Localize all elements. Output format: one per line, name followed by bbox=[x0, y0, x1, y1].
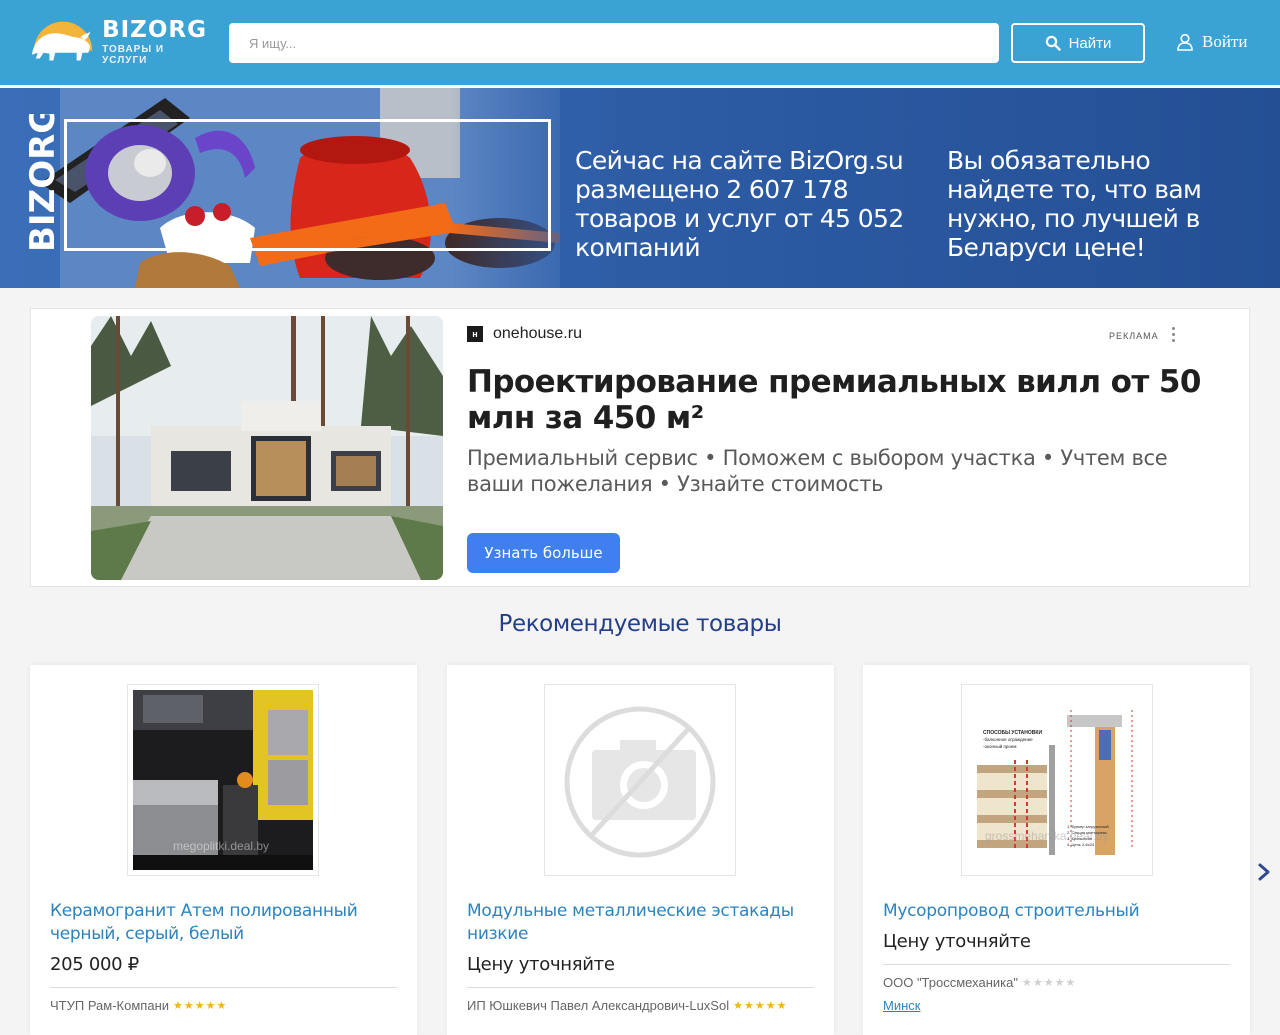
logo-text: BIZORG ТОВАРЫ И УСЛУГИ bbox=[102, 18, 210, 66]
kitchen-image: megoplitki.deal.by bbox=[133, 690, 313, 870]
section-title: Рекомендуемые товары bbox=[498, 611, 782, 637]
product-image[interactable] bbox=[544, 684, 736, 876]
ad-block[interactable]: н onehouse.ru РЕКЛАМА Проектирование пре… bbox=[30, 308, 1250, 587]
seller-info[interactable]: ООО "Троссмеханика" ★ ★ ★ ★ ★ bbox=[883, 975, 1075, 990]
product-title[interactable]: Керамогранит Атем полированный черный, с… bbox=[50, 900, 390, 946]
diagram-caption: СПОСОБЫ УСТАНОВКИ bbox=[983, 730, 1042, 736]
star-empty-icon: ★ bbox=[1032, 977, 1043, 989]
search-button[interactable]: Найти bbox=[1011, 23, 1145, 63]
product-title[interactable]: Модульные металлические эстакады низкие bbox=[467, 900, 807, 946]
product-watermark: megoplitki.deal.by bbox=[173, 839, 269, 853]
product-image[interactable]: megoplitki.deal.by bbox=[127, 684, 319, 876]
divider bbox=[50, 987, 397, 988]
product-card[interactable]: megoplitki.deal.by Керамогранит Атем пол… bbox=[30, 665, 417, 1035]
diagram-caption: -балконное ограждение bbox=[983, 737, 1033, 742]
star-empty-icon: ★ bbox=[1054, 977, 1065, 989]
star-empty-icon: ★ bbox=[1021, 977, 1032, 989]
product-watermark: grossmehanika.deal.by bbox=[985, 829, 1108, 843]
seller-name: ЧТУП Рам-Компани bbox=[50, 998, 170, 1013]
ad-villa-image[interactable] bbox=[91, 316, 443, 580]
no-photo-icon bbox=[550, 690, 730, 870]
divider bbox=[467, 987, 814, 988]
divider bbox=[883, 964, 1230, 965]
star-icon: ★ bbox=[173, 1000, 183, 1012]
seller-info[interactable]: ЧТУП Рам-Компани ★ ★ ★ ★ ★ bbox=[50, 998, 226, 1013]
ad-label: РЕКЛАМА bbox=[1109, 331, 1159, 341]
product-card[interactable]: СПОСОБЫ УСТАНОВКИ -балконное ограждение … bbox=[863, 665, 1250, 1035]
login-label: Войти bbox=[1202, 32, 1248, 51]
diagram-caption: -оконный проем bbox=[983, 743, 1017, 749]
ad-favicon-icon: н bbox=[467, 326, 483, 342]
star-icon: ★ bbox=[733, 1000, 743, 1012]
logo-title: BIZORG bbox=[102, 17, 207, 43]
rating-stars: ★ ★ ★ ★ ★ bbox=[733, 999, 786, 1012]
banner-stats-text: Сейчас на сайте BizOrg.su размещено 2 60… bbox=[575, 146, 904, 262]
promo-banner: BIZORG Сейчас на сайте BizOrg.su размеще… bbox=[0, 88, 1280, 288]
banner-vertical-logo: BIZORG bbox=[23, 114, 63, 252]
seller-name: ИП Юшкевич Павел Александрович-LuxSol bbox=[467, 998, 730, 1013]
star-icon: ★ bbox=[754, 1000, 765, 1012]
star-icon: ★ bbox=[743, 1000, 754, 1012]
banner-promise-text: Вы обязательно найдете то, что вам нужно… bbox=[947, 146, 1202, 262]
login-link[interactable]: Войти bbox=[1176, 30, 1247, 54]
product-price: Цену уточняйте bbox=[467, 954, 615, 975]
star-icon: ★ bbox=[776, 1000, 787, 1012]
star-empty-icon: ★ bbox=[1043, 977, 1054, 989]
product-image[interactable]: СПОСОБЫ УСТАНОВКИ -балконное ограждение … bbox=[961, 684, 1153, 876]
banner-vertical-logo-text: BIZORG bbox=[23, 114, 63, 252]
learn-more-button[interactable]: Узнать больше bbox=[467, 533, 620, 573]
more-options-icon[interactable] bbox=[1169, 325, 1177, 345]
rating-stars: ★ ★ ★ ★ ★ bbox=[1022, 976, 1075, 989]
rating-stars: ★ ★ ★ ★ ★ bbox=[173, 999, 226, 1012]
star-icon: ★ bbox=[194, 1000, 205, 1012]
product-price: Цену уточняйте bbox=[883, 931, 1031, 952]
star-empty-icon: ★ bbox=[1065, 977, 1076, 989]
banner-frame bbox=[64, 119, 551, 251]
ad-description: Премиальный сервис • Поможем с выбором у… bbox=[467, 446, 1168, 496]
search-icon bbox=[1045, 35, 1061, 51]
product-title[interactable]: Мусоропровод строительный bbox=[883, 900, 1223, 923]
seller-info[interactable]: ИП Юшкевич Павел Александрович-LuxSol ★ ★… bbox=[467, 998, 786, 1013]
product-card[interactable]: Модульные металлические эстакады низкие … bbox=[447, 665, 834, 1035]
site-header: BIZORG ТОВАРЫ И УСЛУГИ Найти Войти bbox=[0, 0, 1280, 88]
search-input[interactable] bbox=[229, 23, 999, 63]
star-icon: ★ bbox=[216, 1000, 227, 1012]
site-logo[interactable]: BIZORG ТОВАРЫ И УСЛУГИ bbox=[30, 16, 210, 68]
star-icon: ★ bbox=[205, 1000, 216, 1012]
star-icon: ★ bbox=[765, 1000, 776, 1012]
bison-logo-icon bbox=[31, 21, 93, 61]
product-price: 205 000 ₽ bbox=[50, 954, 139, 975]
seller-name: ООО "Троссмеханика" bbox=[883, 975, 1018, 990]
star-icon: ★ bbox=[183, 1000, 194, 1012]
garbage-chute-diagram: СПОСОБЫ УСТАНОВКИ -балконное ограждение … bbox=[967, 690, 1147, 870]
carousel-next-arrow-icon[interactable] bbox=[1256, 862, 1272, 882]
logo-subtitle: ТОВАРЫ И УСЛУГИ bbox=[102, 44, 165, 66]
seller-city-link[interactable]: Минск bbox=[883, 998, 920, 1013]
ad-domain[interactable]: н onehouse.ru bbox=[467, 325, 582, 343]
ad-title[interactable]: Проектирование премиальных вилл от 50 мл… bbox=[467, 364, 1207, 436]
search-button-label: Найти bbox=[1068, 34, 1112, 52]
user-icon bbox=[1177, 33, 1193, 51]
ad-domain-label: onehouse.ru bbox=[493, 325, 582, 342]
